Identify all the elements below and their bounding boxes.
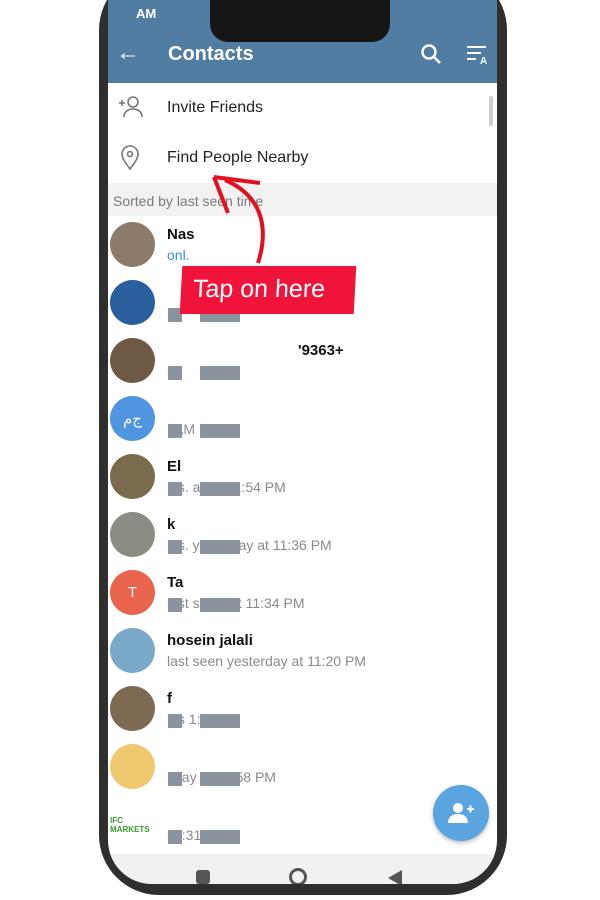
navigation-bar xyxy=(108,854,497,884)
avatar xyxy=(110,512,155,557)
contact-status: onl. xyxy=(167,247,190,263)
arrow-left-icon[interactable]: ← xyxy=(116,39,140,67)
redaction-block xyxy=(168,714,182,728)
section-header: Sorted by last seen time xyxy=(108,183,497,216)
page-title: Contacts xyxy=(168,43,254,65)
contact-row[interactable]: la ay at 10:58 PM xyxy=(108,738,497,796)
redaction-block xyxy=(200,772,240,786)
redaction-block xyxy=(200,598,240,612)
contact-row[interactable]: '9363+la xyxy=(108,332,497,390)
avatar xyxy=(110,338,155,383)
tap-here-callout: Tap on here xyxy=(179,266,357,314)
status-time: AM xyxy=(136,6,157,21)
contact-row[interactable]: k las. yesterday at 11:36 PM xyxy=(108,506,497,564)
back-button[interactable] xyxy=(388,870,402,884)
contact-status: last seen yesterday at 11:20 PM xyxy=(167,653,366,669)
redaction-block xyxy=(168,482,182,496)
avatar xyxy=(110,686,155,731)
scrollbar[interactable] xyxy=(489,96,493,126)
contact-name: k xyxy=(167,516,176,533)
contact-name: El xyxy=(167,458,182,475)
contact-row[interactable]: hosein jalali last seen yesterday at 11:2… xyxy=(108,622,497,680)
redaction-block xyxy=(168,772,182,786)
avatar: T xyxy=(110,570,155,615)
add-person-icon xyxy=(118,95,144,124)
redaction-block xyxy=(168,598,182,612)
add-contact-icon xyxy=(448,803,474,823)
contact-row[interactable]: ج‌م: AM xyxy=(108,390,497,448)
redaction-block xyxy=(168,830,182,844)
avatar xyxy=(110,454,155,499)
notch xyxy=(210,0,390,42)
avatar xyxy=(110,628,155,673)
contact-row[interactable]: Ellas. ay at 11:54 PM xyxy=(108,448,497,506)
redaction-block xyxy=(200,482,240,496)
search-icon[interactable] xyxy=(420,43,442,70)
avatar xyxy=(110,222,155,267)
avatar: IFC MARKETS xyxy=(110,802,155,847)
contact-name: f xyxy=(167,690,172,707)
svg-text:A: A xyxy=(480,56,487,65)
redaction-block xyxy=(168,424,182,438)
contact-status: las. yesterday at 11:36 PM xyxy=(167,537,332,553)
contact-name: hosein jalali xyxy=(167,632,253,649)
invite-friends-item[interactable]: Invite Friends xyxy=(108,83,497,133)
redaction-block xyxy=(200,830,240,844)
redaction-block xyxy=(200,714,240,728)
contact-row[interactable]: TTalast se ay at 11:34 PM xyxy=(108,564,497,622)
invite-friends-label: Invite Friends xyxy=(167,99,264,116)
sort-az-icon[interactable]: A xyxy=(466,43,490,70)
location-pin-icon xyxy=(118,145,142,176)
redaction-block xyxy=(168,540,182,554)
home-button[interactable] xyxy=(289,868,307,884)
find-people-nearby-item[interactable]: Find People Nearby xyxy=(108,133,497,183)
contact-name: Nas xyxy=(167,226,195,243)
contact-row[interactable]: flas 1:12 PM xyxy=(108,680,497,738)
contact-name: Ta xyxy=(167,574,184,591)
screen: AM ← Contacts A Invite Friends Find Peop… xyxy=(108,0,497,884)
redaction-block xyxy=(168,366,182,380)
red-arrow-annotation xyxy=(212,175,265,264)
avatar: ج‌م xyxy=(110,396,155,441)
avatar xyxy=(110,280,155,325)
recents-button[interactable] xyxy=(196,870,210,884)
redaction-block xyxy=(200,366,240,380)
contact-name: '9363+ xyxy=(298,342,344,359)
avatar xyxy=(110,744,155,789)
redaction-block xyxy=(200,424,240,438)
add-contact-button[interactable] xyxy=(433,785,489,841)
redaction-block xyxy=(200,540,240,554)
